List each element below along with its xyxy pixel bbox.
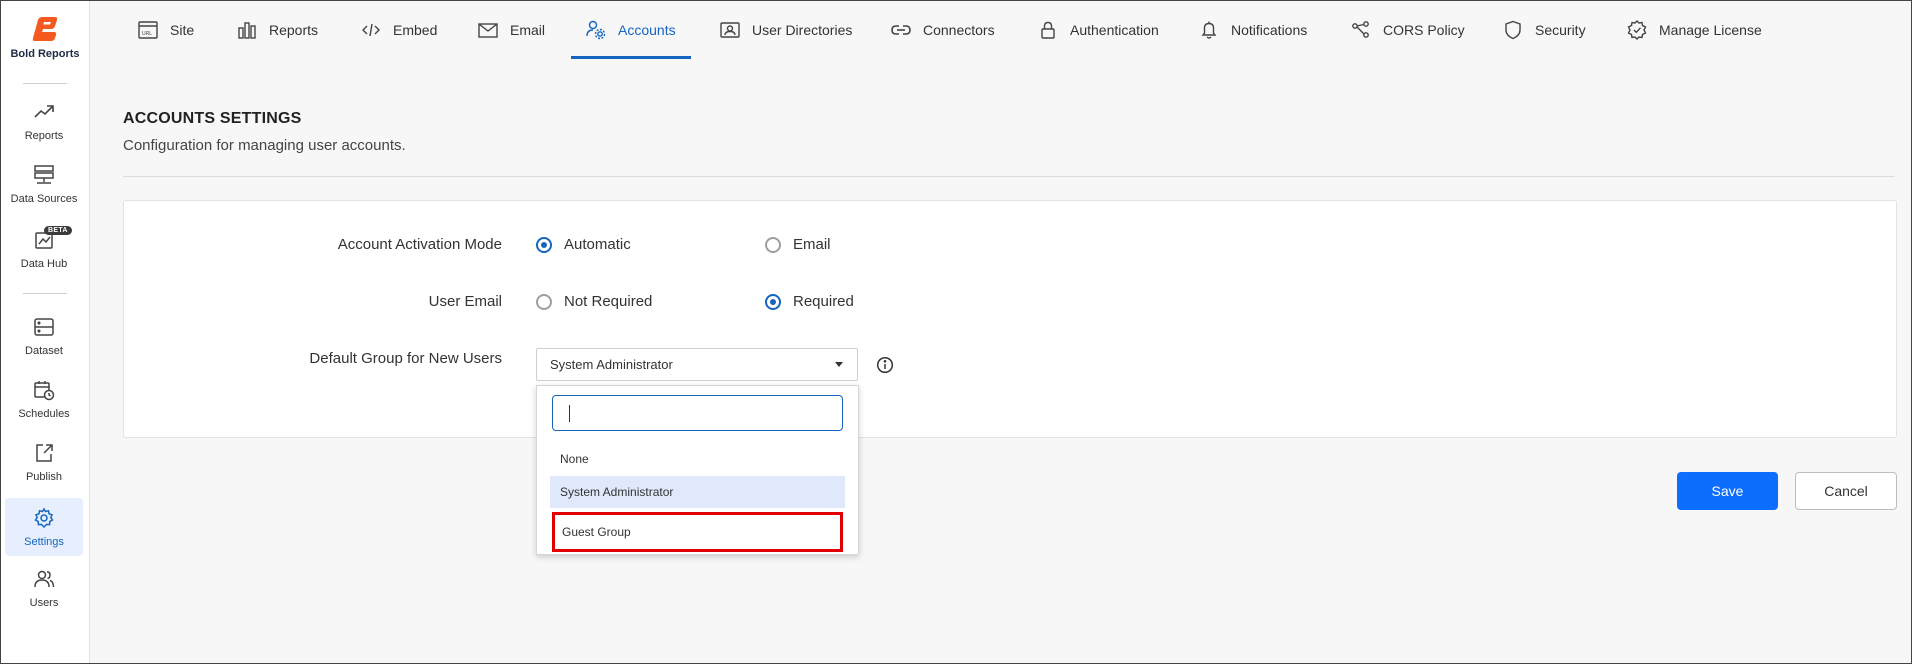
dropdown-option-guest-group[interactable]: Guest Group bbox=[552, 512, 843, 552]
radio-circle bbox=[536, 293, 552, 310]
activation-automatic-radio[interactable]: Automatic bbox=[536, 236, 631, 253]
sidebar-item-label: Reports bbox=[24, 130, 64, 142]
sidebar: Bold Reports Reports Data Sources BETA D… bbox=[1, 1, 90, 663]
dropdown-search-input[interactable] bbox=[552, 395, 843, 431]
lock-icon bbox=[1041, 21, 1055, 39]
radio-label: Required bbox=[793, 293, 854, 310]
sidebar-item-label: Data Hub bbox=[20, 258, 68, 270]
bar-chart-icon bbox=[238, 22, 256, 39]
tab-connectors[interactable]: Connectors bbox=[891, 1, 995, 59]
bell-icon bbox=[1201, 21, 1217, 39]
logo-text: Bold Reports bbox=[10, 48, 80, 60]
sidebar-item-data-hub[interactable]: BETA Data Hub bbox=[5, 226, 83, 287]
radio-label: Not Required bbox=[564, 293, 653, 310]
radio-circle bbox=[765, 236, 781, 253]
dropdown-option-none[interactable]: None bbox=[550, 443, 845, 475]
sidebar-item-label: Users bbox=[29, 597, 59, 609]
sidebar-item-label: Publish bbox=[25, 471, 63, 483]
contact-card-icon bbox=[720, 22, 740, 38]
link-icon bbox=[891, 25, 911, 35]
users-icon bbox=[34, 570, 55, 588]
license-badge-icon bbox=[1627, 20, 1647, 40]
tab-site[interactable]: URL Site bbox=[138, 1, 194, 59]
calendar-clock-icon bbox=[34, 381, 55, 401]
section-divider bbox=[123, 176, 1895, 177]
info-icon[interactable] bbox=[876, 356, 894, 374]
bold-reports-logo-icon bbox=[32, 17, 58, 41]
tab-cors-policy[interactable]: CORS Policy bbox=[1351, 1, 1465, 59]
sidebar-divider bbox=[23, 83, 67, 84]
sidebar-item-users[interactable]: Users bbox=[5, 568, 83, 626]
sidebar-item-settings[interactable]: Settings bbox=[5, 498, 83, 556]
radio-circle bbox=[765, 293, 781, 310]
tab-label: Reports bbox=[269, 22, 319, 38]
account-activation-label: Account Activation Mode bbox=[337, 236, 502, 253]
publish-icon bbox=[36, 444, 53, 462]
trending-up-icon bbox=[34, 105, 54, 118]
tab-user-directories[interactable]: User Directories bbox=[720, 1, 852, 59]
sidebar-item-label: Data Sources bbox=[10, 193, 78, 205]
tab-label: Notifications bbox=[1231, 22, 1308, 38]
tab-label: Manage License bbox=[1659, 22, 1762, 38]
sidebar-item-data-sources[interactable]: Data Sources bbox=[5, 164, 83, 222]
tab-email[interactable]: Email bbox=[478, 1, 545, 59]
user-email-required-radio[interactable]: Required bbox=[765, 293, 854, 310]
tab-label: Accounts bbox=[618, 22, 676, 38]
tab-security[interactable]: Security bbox=[1503, 1, 1586, 59]
sidebar-item-dataset[interactable]: Dataset bbox=[5, 316, 83, 374]
default-group-label: Default Group for New Users bbox=[309, 350, 502, 367]
dataset-icon bbox=[34, 318, 54, 336]
share-nodes-icon bbox=[1352, 21, 1369, 38]
chevron-down-icon bbox=[835, 362, 843, 367]
gear-icon bbox=[34, 507, 54, 529]
sidebar-item-schedules[interactable]: Schedules bbox=[5, 379, 83, 437]
page-title: ACCOUNTS SETTINGS bbox=[123, 110, 302, 127]
shield-icon bbox=[1505, 20, 1521, 40]
radio-label: Email bbox=[793, 236, 831, 253]
radio-circle bbox=[536, 236, 552, 253]
tab-notifications[interactable]: Notifications bbox=[1199, 1, 1307, 59]
save-button[interactable]: Save bbox=[1677, 472, 1778, 510]
beta-badge: BETA bbox=[44, 226, 72, 235]
mail-icon bbox=[478, 23, 498, 38]
tab-label: Connectors bbox=[923, 22, 995, 38]
logo[interactable]: Bold Reports bbox=[1, 15, 89, 60]
sidebar-item-reports[interactable]: Reports bbox=[5, 101, 83, 159]
select-value: System Administrator bbox=[550, 357, 673, 372]
cancel-button[interactable]: Cancel bbox=[1795, 472, 1897, 510]
tab-label: User Directories bbox=[752, 22, 853, 38]
tab-label: Embed bbox=[393, 22, 438, 38]
tab-reports[interactable]: Reports bbox=[237, 1, 318, 59]
text-cursor bbox=[569, 405, 570, 422]
activation-email-radio[interactable]: Email bbox=[765, 236, 831, 253]
user-email-not-required-radio[interactable]: Not Required bbox=[536, 293, 652, 310]
url-icon: URL bbox=[138, 21, 158, 39]
sidebar-item-label: Settings bbox=[24, 536, 64, 548]
code-icon bbox=[362, 23, 380, 37]
tab-manage-license[interactable]: Manage License bbox=[1627, 1, 1762, 59]
radio-label: Automatic bbox=[564, 236, 631, 253]
user-email-label: User Email bbox=[428, 293, 502, 310]
tab-label: Email bbox=[510, 22, 546, 38]
tab-embed[interactable]: Embed bbox=[361, 1, 437, 59]
default-group-select[interactable]: System Administrator bbox=[536, 348, 858, 381]
tab-label: Site bbox=[170, 22, 195, 38]
page-subtitle: Configuration for managing user accounts… bbox=[123, 137, 406, 154]
sidebar-item-label: Dataset bbox=[25, 345, 63, 357]
default-group-dropdown: None System Administrator Guest Group bbox=[536, 385, 859, 555]
tab-authentication[interactable]: Authentication bbox=[1038, 1, 1159, 59]
sidebar-item-label: Schedules bbox=[18, 408, 70, 420]
tab-label: Authentication bbox=[1070, 22, 1159, 38]
tab-label: CORS Policy bbox=[1383, 22, 1465, 38]
settings-tabs: URL Site Reports Embed Email Accounts Us… bbox=[90, 1, 1911, 61]
dropdown-option-system-administrator[interactable]: System Administrator bbox=[550, 476, 845, 508]
server-icon bbox=[34, 165, 54, 184]
account-settings-icon bbox=[586, 20, 606, 40]
tab-label: Security bbox=[1535, 22, 1586, 38]
sidebar-item-publish[interactable]: Publish bbox=[5, 442, 83, 500]
sidebar-divider bbox=[23, 293, 67, 294]
svg-text:URL: URL bbox=[142, 31, 152, 37]
tab-accounts[interactable]: Accounts bbox=[571, 1, 691, 59]
